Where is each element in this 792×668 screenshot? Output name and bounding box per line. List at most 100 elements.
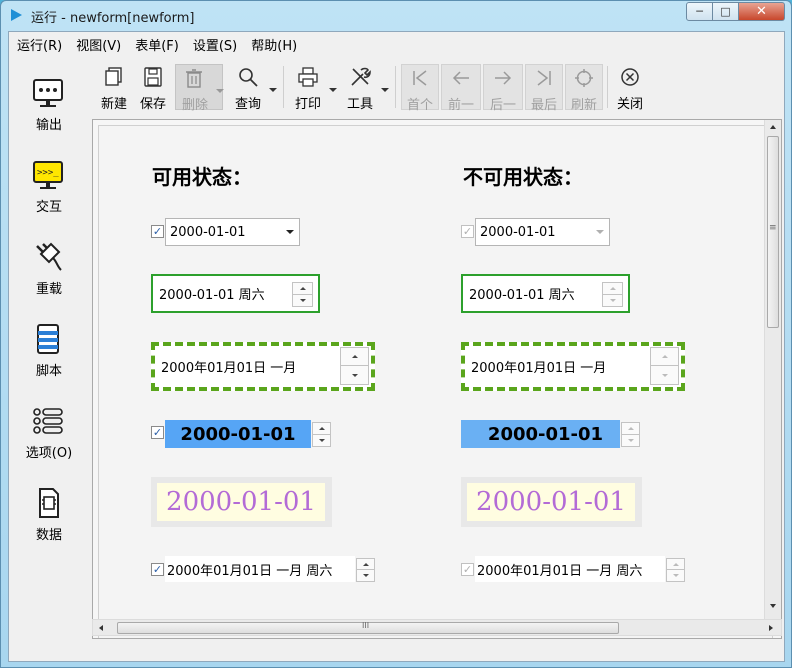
tools-label: 工具 — [346, 97, 373, 112]
tools-button[interactable]: 工具 — [341, 64, 389, 112]
svg-text:>>>_: >>>_ — [37, 168, 59, 178]
scroll-down-icon[interactable] — [770, 604, 776, 608]
toolbar-separator — [607, 66, 608, 108]
print-label: 打印 — [294, 97, 321, 112]
enable-checkbox-disabled: ✓ — [461, 225, 474, 238]
refresh-button[interactable]: 刷新 — [565, 64, 603, 113]
bold-date-value: 2000-01-01 — [487, 423, 604, 445]
spin-down-icon[interactable] — [341, 366, 368, 384]
spin-up-icon[interactable] — [357, 559, 374, 570]
delete-button[interactable]: 删除 — [175, 64, 224, 113]
full-date-edit[interactable]: 2000年01月01日 一月 周六 — [165, 556, 355, 582]
prev-label: 前一 — [447, 98, 474, 113]
print-button[interactable]: 打印 — [289, 64, 337, 112]
query-button[interactable]: 查询 — [229, 64, 277, 112]
close-window-button[interactable]: ✕ — [739, 2, 785, 21]
spin-down-icon — [667, 570, 684, 581]
menu-settings[interactable]: 设置(S) — [193, 35, 237, 54]
maximize-button[interactable]: □ — [713, 2, 739, 21]
sidebar-label: 输出 — [35, 118, 62, 133]
sidebar-item-reload[interactable]: 重载 — [9, 228, 89, 308]
horizontal-scrollbar[interactable]: III — [92, 619, 782, 636]
close-circle-icon — [621, 68, 639, 86]
grip-icon: III — [362, 621, 370, 630]
monitor-icon — [33, 79, 63, 107]
sidebar-label: 数据 — [35, 528, 62, 543]
spin-up-icon — [603, 283, 622, 295]
tools-dropdown-icon[interactable] — [381, 88, 389, 92]
sidebar-label: 重载 — [35, 282, 62, 297]
menu-view[interactable]: 视图(V) — [76, 35, 121, 54]
bold-date-spinner-disabled — [621, 422, 640, 447]
full-date-checkbox-disabled: ✓ — [461, 563, 474, 576]
sidebar-item-script[interactable]: 脚本 — [9, 310, 89, 390]
bold-date-checkbox[interactable]: ✓ — [151, 426, 164, 439]
save-button[interactable]: 保存 — [135, 64, 171, 112]
first-record-button[interactable]: 首个 — [401, 64, 439, 113]
spin-down-icon[interactable] — [293, 295, 312, 307]
bold-date-edit[interactable]: 2000-01-01 — [165, 420, 311, 448]
spin-down-icon[interactable] — [313, 435, 330, 447]
horizontal-scroll-thumb[interactable]: III — [117, 621, 619, 634]
prev-record-button[interactable]: 前一 — [441, 64, 481, 113]
sidebar-item-data[interactable]: 数据 — [9, 474, 89, 554]
sidebar-item-options[interactable]: 选项(O) — [9, 392, 89, 472]
spin-up-icon[interactable] — [293, 283, 312, 295]
last-record-button[interactable]: 最后 — [525, 64, 563, 113]
date-cn-month-value: 2000年01月01日 一月 — [161, 361, 297, 376]
big-date-edit-disabled: 2000-01-01 — [467, 483, 635, 521]
delete-dropdown-icon[interactable] — [216, 89, 224, 93]
date-cn-month-spinner[interactable] — [340, 347, 369, 385]
last-label: 最后 — [530, 98, 557, 113]
sidebar: 输出 >>>_ 交互 重载 脚本 选项(O) 数据 — [9, 60, 89, 660]
sidebar-label: 脚本 — [35, 364, 62, 379]
spin-down-icon[interactable] — [357, 570, 374, 581]
date-cn-month-value: 2000年01月01日 一月 — [471, 361, 607, 376]
bold-date-spinner[interactable] — [312, 422, 331, 447]
full-date-checkbox[interactable]: ✓ — [151, 563, 164, 576]
spin-up-icon[interactable] — [341, 348, 368, 366]
vertical-scroll-thumb[interactable]: ≡ — [767, 136, 779, 328]
scroll-right-icon[interactable] — [769, 625, 773, 631]
big-date-edit[interactable]: 2000-01-01 — [157, 483, 325, 521]
spin-up-icon — [651, 348, 678, 366]
arrow-right-icon — [495, 71, 512, 85]
date-weekday-spinner-disabled — [602, 282, 623, 307]
spin-up-icon — [622, 423, 639, 435]
full-date-value: 2000年01月01日 一月 周六 — [167, 563, 333, 579]
date-combo[interactable]: 2000-01-01 — [165, 218, 300, 246]
date-weekday-spinner[interactable] — [292, 282, 313, 307]
first-icon — [413, 70, 427, 86]
run-icon — [11, 9, 22, 21]
enable-checkbox[interactable]: ✓ — [151, 225, 164, 238]
minimize-button[interactable]: ─ — [686, 2, 713, 21]
toolbar: 新建 保存 删除 查询 打印 工具 首个 前一 后一 最后 刷新 关闭 — [93, 60, 783, 113]
menu-help[interactable]: 帮助(H) — [251, 35, 297, 54]
date-cn-month-spinner-disabled — [650, 347, 679, 385]
date-combo-value: 2000-01-01 — [170, 224, 246, 240]
title-bar[interactable]: 运行 - newform[newform] ─ □ ✕ — [1, 1, 791, 31]
menu-form[interactable]: 表单(F) — [135, 35, 179, 54]
toolbar-separator — [395, 66, 396, 108]
full-date-spinner[interactable] — [356, 558, 375, 582]
spin-down-icon — [622, 435, 639, 447]
next-record-button[interactable]: 后一 — [483, 64, 523, 113]
sidebar-item-interact[interactable]: >>>_ 交互 — [9, 146, 89, 226]
plug-icon — [36, 242, 62, 271]
next-label: 后一 — [489, 98, 516, 113]
chevron-down-icon[interactable] — [286, 230, 294, 234]
sidebar-item-output[interactable]: 输出 — [9, 64, 89, 144]
print-dropdown-icon[interactable] — [329, 88, 337, 92]
new-button[interactable]: 新建 — [95, 64, 133, 112]
date-combo-value: 2000-01-01 — [480, 224, 556, 240]
query-dropdown-icon[interactable] — [269, 88, 277, 92]
arrow-left-icon — [452, 71, 469, 85]
menu-run[interactable]: 运行(R) — [17, 35, 62, 54]
scroll-up-icon[interactable] — [770, 125, 776, 129]
scroll-left-icon[interactable] — [99, 625, 103, 631]
date-weekday-value: 2000-01-01 周六 — [469, 288, 575, 303]
vertical-scrollbar[interactable]: ≡ — [764, 120, 781, 636]
close-form-button[interactable]: 关闭 — [611, 64, 649, 112]
spin-up-icon[interactable] — [313, 423, 330, 435]
enabled-heading: 可用状态： — [152, 165, 252, 189]
